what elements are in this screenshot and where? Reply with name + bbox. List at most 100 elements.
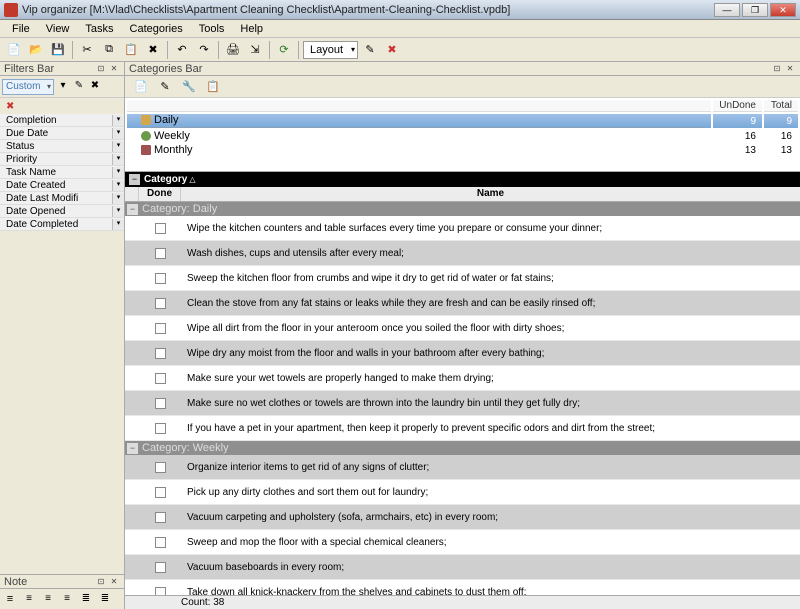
done-checkbox[interactable] [155,512,166,523]
note-list-icon[interactable]: ≣ [78,591,94,607]
done-checkbox[interactable] [155,587,166,596]
filter-row[interactable]: Completion▾ [0,114,124,127]
done-checkbox[interactable] [155,373,166,384]
note-align-left-icon[interactable]: ≡ [21,591,37,607]
done-checkbox[interactable] [155,398,166,409]
menu-help[interactable]: Help [232,21,271,37]
chevron-down-icon[interactable]: ▾ [112,167,124,178]
note-pin-icon[interactable]: ⊡ [95,577,107,587]
chevron-down-icon[interactable]: ▾ [112,180,124,191]
save-icon[interactable]: 💾 [48,40,68,60]
done-checkbox[interactable] [155,273,166,284]
delete-icon[interactable]: ✖ [143,40,163,60]
filter-del-icon[interactable]: ✖ [88,80,102,94]
task-row[interactable]: If you have a pet in your apartment, the… [125,416,800,441]
task-row[interactable]: Sweep and mop the floor with a special c… [125,530,800,555]
filter-row[interactable]: Status▾ [0,140,124,153]
print-icon[interactable]: 🖨 [223,40,243,60]
chevron-down-icon[interactable]: ▾ [112,128,124,139]
filter-row[interactable]: Date Completed▾ [0,218,124,231]
undo-icon[interactable]: ↶ [172,40,192,60]
tree-row[interactable]: Monthly1313 [127,144,798,156]
chevron-down-icon[interactable]: ▾ [112,219,124,230]
filters-close-icon[interactable]: ✕ [108,64,120,74]
task-row[interactable]: Wipe dry any moist from the floor and wa… [125,341,800,366]
refresh-icon[interactable]: ⟳ [274,40,294,60]
filter-row[interactable]: Priority▾ [0,153,124,166]
cat-edit-icon[interactable]: ✎ [155,77,175,97]
categories-close-icon[interactable]: ✕ [784,64,796,74]
chevron-down-icon[interactable]: ▾ [112,141,124,152]
cat-del-icon[interactable]: 📋 [203,77,223,97]
task-row[interactable]: Wipe all dirt from the floor in your ant… [125,316,800,341]
done-checkbox[interactable] [155,323,166,334]
tree-row[interactable]: Daily99 [127,114,798,128]
col-done[interactable]: Done [139,187,181,201]
minimize-button[interactable]: — [714,3,740,17]
done-checkbox[interactable] [155,298,166,309]
done-checkbox[interactable] [155,462,166,473]
close-button[interactable]: ✕ [770,3,796,17]
task-row[interactable]: Wipe the kitchen counters and table surf… [125,216,800,241]
task-row[interactable]: Vacuum baseboards in every room; [125,555,800,580]
task-row[interactable]: Make sure no wet clothes or towels are t… [125,391,800,416]
task-row[interactable]: Sweep the kitchen floor from crumbs and … [125,266,800,291]
category-group-header[interactable]: −Category: Daily [125,202,800,216]
new-icon[interactable]: 📄 [4,40,24,60]
filter-row[interactable]: Date Created▾ [0,179,124,192]
done-checkbox[interactable] [155,248,166,259]
filter-row[interactable]: Date Opened▾ [0,205,124,218]
group-toggle-icon[interactable]: − [129,174,140,185]
collapse-icon[interactable]: − [127,204,138,215]
maximize-button[interactable]: ❐ [742,3,768,17]
custom-filter-dropdown[interactable]: Custom [2,79,54,95]
filter-edit-icon[interactable]: ✎ [72,80,86,94]
col-total[interactable]: Total [764,100,798,112]
redo-icon[interactable]: ↷ [194,40,214,60]
menu-tasks[interactable]: Tasks [77,21,121,37]
task-row[interactable]: Organize interior items to get rid of an… [125,455,800,480]
note-align-right-icon[interactable]: ≡ [59,591,75,607]
layout-tool-icon[interactable]: ✎ [360,40,380,60]
open-icon[interactable]: 📂 [26,40,46,60]
chevron-down-icon[interactable]: ▾ [112,193,124,204]
filters-pin-icon[interactable]: ⊡ [95,64,107,74]
menu-view[interactable]: View [38,21,78,37]
chevron-down-icon[interactable]: ▾ [112,115,124,126]
menu-tools[interactable]: Tools [191,21,233,37]
done-checkbox[interactable] [155,537,166,548]
layout-delete-icon[interactable]: ✖ [382,40,402,60]
done-checkbox[interactable] [155,423,166,434]
cut-icon[interactable]: ✂ [77,40,97,60]
chevron-down-icon[interactable]: ▾ [112,206,124,217]
col-undone[interactable]: UnDone [713,100,762,112]
task-row[interactable]: Vacuum carpeting and upholstery (sofa, a… [125,505,800,530]
done-checkbox[interactable] [155,487,166,498]
menu-categories[interactable]: Categories [122,21,191,37]
filter-row[interactable]: Due Date▾ [0,127,124,140]
note-list2-icon[interactable]: ≣ [97,591,113,607]
col-name[interactable]: Name [181,187,800,201]
filter-add-icon[interactable]: ▾ [56,80,70,94]
filter-clear-icon[interactable]: ✖ [6,101,14,112]
task-row[interactable]: Take down all knick-knackery from the sh… [125,580,800,595]
menu-file[interactable]: File [4,21,38,37]
filter-row[interactable]: Task Name▾ [0,166,124,179]
done-checkbox[interactable] [155,562,166,573]
cat-color-icon[interactable]: 🔧 [179,77,199,97]
tree-row[interactable]: Weekly1616 [127,130,798,142]
task-row[interactable]: Pick up any dirty clothes and sort them … [125,480,800,505]
collapse-icon[interactable]: − [127,443,138,454]
note-close-icon[interactable]: ✕ [108,577,120,587]
paste-icon[interactable]: 📋 [121,40,141,60]
layout-dropdown[interactable]: Layout [303,41,358,59]
copy-icon[interactable]: ⧉ [99,40,119,60]
cat-new-icon[interactable]: 📄 [131,77,151,97]
task-row[interactable]: Clean the stove from any fat stains or l… [125,291,800,316]
task-row[interactable]: Make sure your wet towels are properly h… [125,366,800,391]
export-icon[interactable]: ⇲ [245,40,265,60]
task-row[interactable]: Wash dishes, cups and utensils after eve… [125,241,800,266]
filter-row[interactable]: Date Last Modifi▾ [0,192,124,205]
done-checkbox[interactable] [155,348,166,359]
done-checkbox[interactable] [155,223,166,234]
